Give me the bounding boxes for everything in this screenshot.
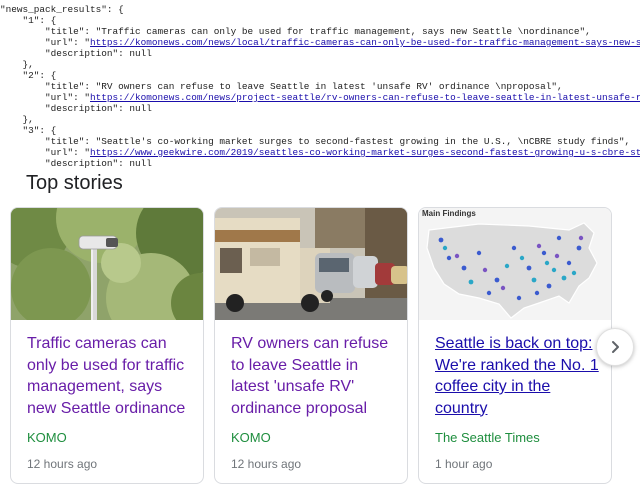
code-line: "url": "https://komonews.com/news/projec… <box>0 92 640 103</box>
story-headline[interactable]: Traffic cameras can only be used for tra… <box>27 333 195 419</box>
code-url-link[interactable]: https://komonews.com/news/project-seattl… <box>90 92 640 103</box>
code-line: "title": "RV owners can refuse to leave … <box>0 81 563 92</box>
code-line: "3": { <box>0 125 57 136</box>
code-line: "1": { <box>0 15 57 26</box>
code-line: "2": { <box>0 70 57 81</box>
story-card-2[interactable]: RV owners can refuse to leave Seattle in… <box>214 207 408 484</box>
code-line: "description": null <box>0 103 152 114</box>
story-image-rv-street[interactable] <box>215 208 407 320</box>
code-line: }, <box>0 114 34 125</box>
story-timestamp: 12 hours ago <box>27 457 98 471</box>
json-code-block: "news_pack_results": { "1": { "title": "… <box>0 0 640 168</box>
chevron-right-icon <box>612 341 619 353</box>
code-url-link[interactable]: https://komonews.com/news/local/traffic-… <box>90 37 640 48</box>
story-timestamp: 1 hour ago <box>435 457 493 471</box>
top-stories-heading: Top stories <box>26 172 123 194</box>
code-line: "url": "https://komonews.com/news/local/… <box>0 37 640 48</box>
code-line: "title": "Seattle's co-working market su… <box>0 136 631 147</box>
code-line: "description": null <box>0 158 152 168</box>
code-line: "url": "https://www.geekwire.com/2019/se… <box>0 147 640 158</box>
story-timestamp: 12 hours ago <box>231 457 302 471</box>
carousel-next-button[interactable] <box>596 328 634 366</box>
code-line: "description": null <box>0 48 152 59</box>
story-card-1[interactable]: Traffic cameras can only be used for tra… <box>10 207 204 484</box>
story-image-coffee-map[interactable]: Main Findings <box>419 208 611 320</box>
story-headline[interactable]: RV owners can refuse to leave Seattle in… <box>231 333 399 419</box>
story-image-traffic-camera[interactable] <box>11 208 203 320</box>
story-card-3[interactable]: Main Findings Seattle is back on top: We… <box>418 207 612 484</box>
code-url-link[interactable]: https://www.geekwire.com/2019/seattles-c… <box>90 147 640 158</box>
story-headline[interactable]: Seattle is back on top: We're ranked the… <box>435 333 603 419</box>
map-caption: Main Findings <box>422 209 476 218</box>
story-source: KOMO <box>231 430 271 445</box>
story-source: KOMO <box>27 430 67 445</box>
code-line: }, <box>0 59 34 70</box>
code-line: "news_pack_results": { <box>0 4 124 15</box>
story-source: The Seattle Times <box>435 430 540 445</box>
code-line: "title": "Traffic cameras can only be us… <box>0 26 591 37</box>
